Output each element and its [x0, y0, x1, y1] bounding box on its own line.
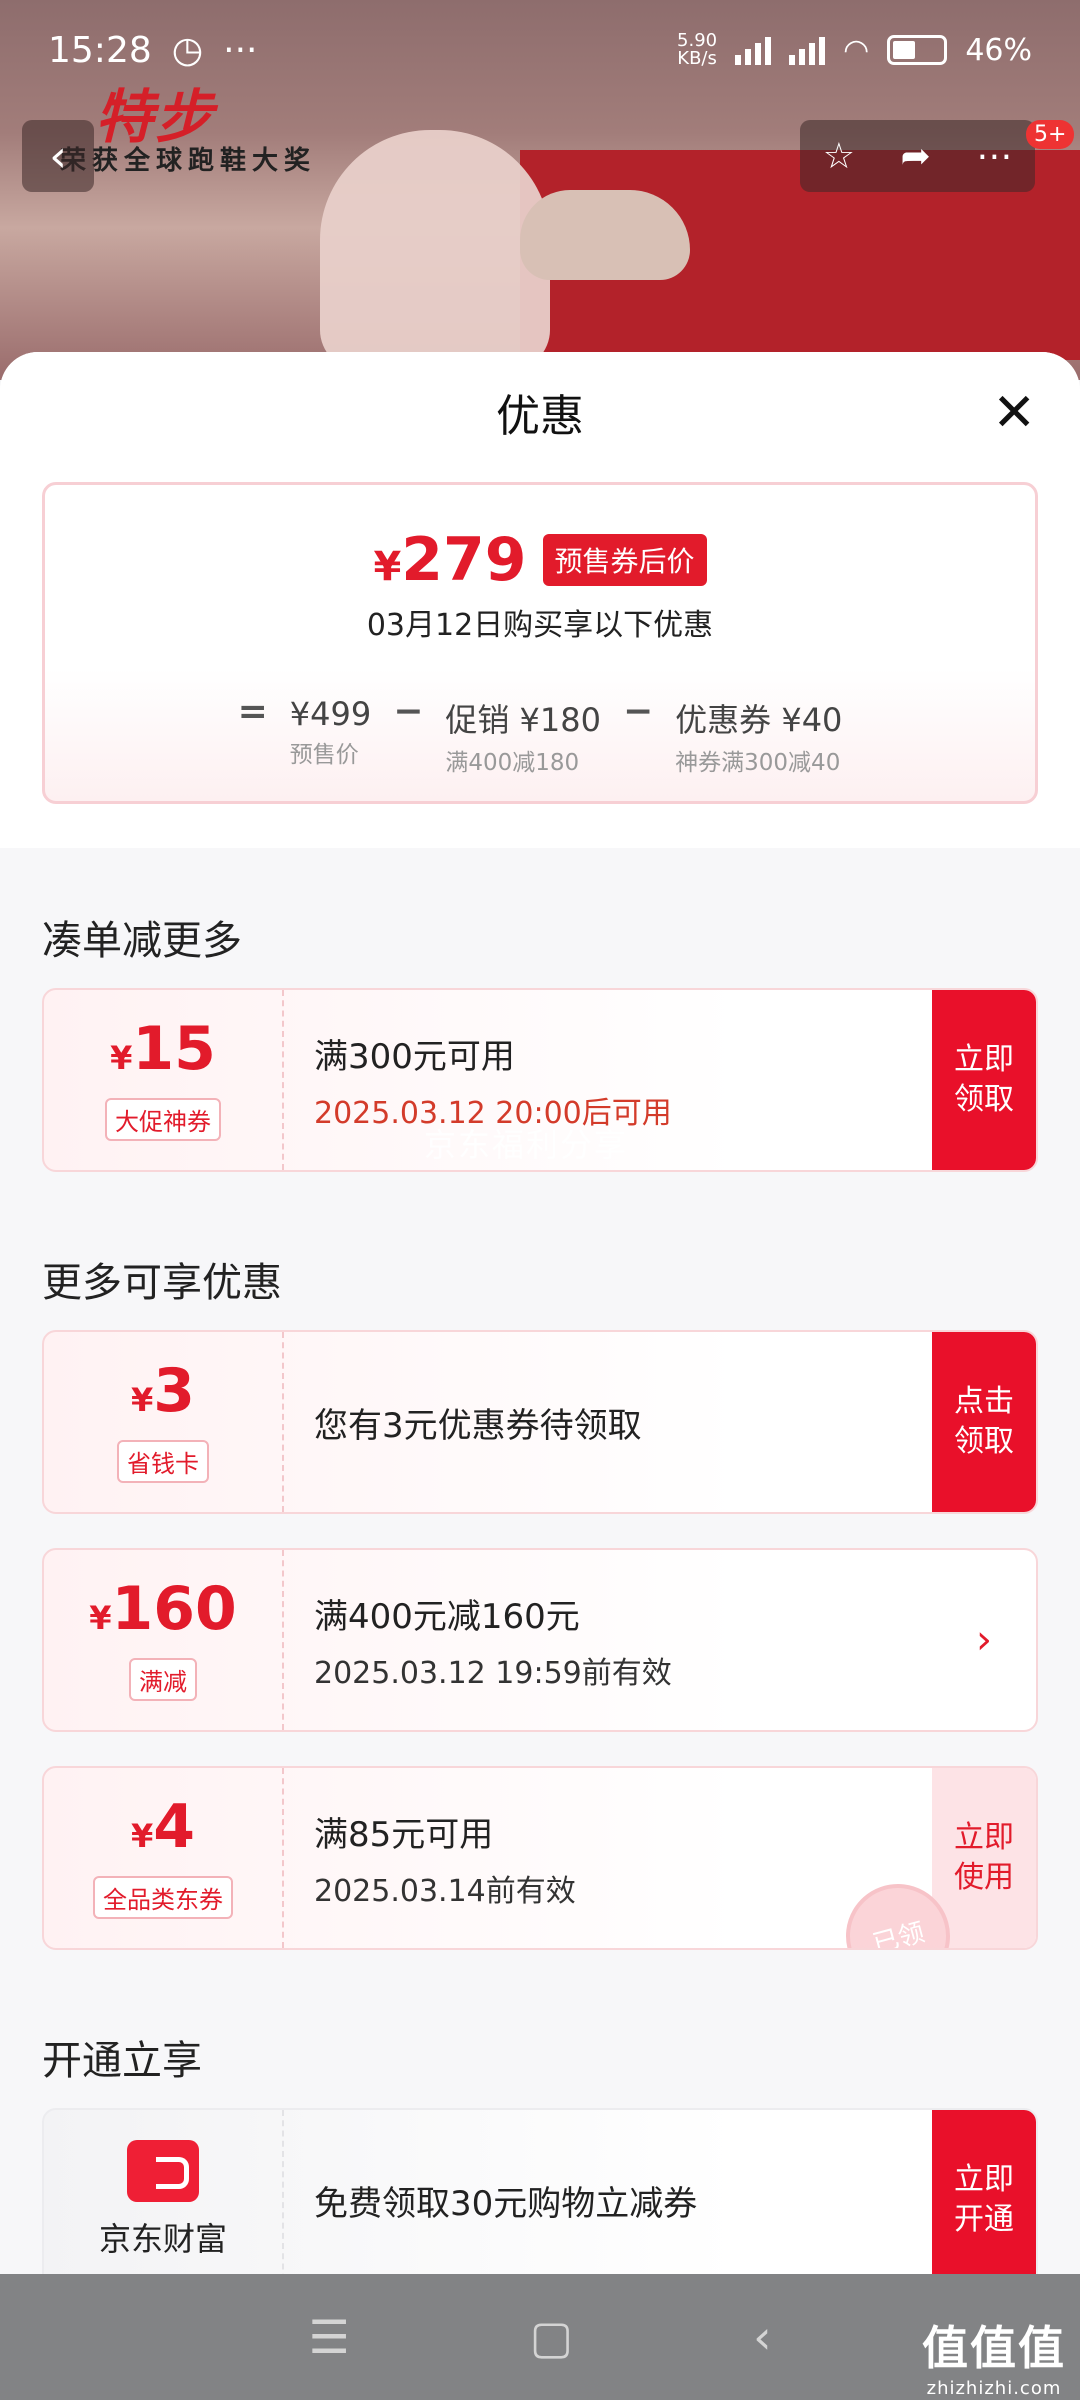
price-summary-area: ¥279 预售券后价 03月12日购买享以下优惠 = ¥499 预售价 − 促销… [0, 472, 1080, 848]
signal-icon-2 [789, 35, 826, 65]
site-watermark: 值值值 zhizhizhi.com [922, 2321, 1066, 2399]
formula-operator: = [237, 691, 268, 732]
network-rate: 5.90 KB/s [677, 30, 718, 69]
final-price-row: ¥279 预售券后价 [45, 525, 1035, 595]
signal-icon [735, 35, 772, 65]
formula-operator: − [622, 691, 654, 732]
battery-icon [887, 35, 948, 65]
status-time: 15:28 [48, 29, 152, 71]
status-bar: 15:28 ◷ ··· 5.90 KB/s ◠ 46% [0, 0, 1080, 100]
chevron-left-icon: ‹ [49, 130, 67, 182]
banner-slogan: 荣获全球跑鞋大奖 [60, 146, 317, 176]
coupon-amount: ¥15 大促神券 [44, 990, 284, 1170]
coupon-tag: 大促神券 [105, 1098, 221, 1141]
share-icon[interactable]: ➦ [901, 136, 931, 177]
coupon-card-160[interactable]: ¥160 满减 满400元减160元 2025.03.12 19:59前有效 › [42, 1548, 1038, 1732]
battery-level: 46% [965, 32, 1032, 68]
final-price: ¥279 [373, 525, 527, 595]
more-notifications-icon: ··· [223, 29, 258, 71]
claim-coupon-button[interactable]: 立即领取 [932, 990, 1036, 1170]
coupon-amount: ¥4 全品类东券 [44, 1768, 284, 1948]
close-icon[interactable]: ✕ [992, 387, 1036, 439]
system-nav-bar: ☰ ▢ ‹ [0, 2274, 1080, 2400]
message-badge: 5+ [1026, 120, 1075, 149]
final-price-tag: 预售券后价 [542, 534, 707, 586]
coupon-tag: 满减 [129, 1658, 197, 1701]
formula-term-presale: ¥499 预售价 [289, 695, 372, 768]
coupon-tag: 全品类东券 [93, 1876, 233, 1919]
coupon-card-3: ¥3 省钱卡 您有3元优惠券待领取 点击领取 [42, 1330, 1038, 1514]
coupon-card-4: ¥4 全品类东券 满85元可用 2025.03.14前有效 立即使用 已领 [42, 1766, 1038, 1950]
sheet-title: 优惠 [496, 391, 584, 442]
home-icon[interactable]: ▢ [530, 2310, 573, 2364]
menu-icon[interactable]: ☰ [308, 2310, 349, 2364]
price-card: ¥279 预售券后价 03月12日购买享以下优惠 = ¥499 预售价 − 促销… [42, 482, 1038, 804]
back-icon[interactable]: ‹ [753, 2310, 771, 2364]
app-indicator-icon: ◷ [171, 29, 204, 71]
coupon-tag: 省钱卡 [117, 1440, 209, 1483]
price-subtitle: 03月12日购买享以下优惠 [366, 608, 714, 643]
section-title-more-offers: 更多可享优惠 [42, 1260, 282, 1306]
coupon-info: 满85元可用 2025.03.14前有效 [314, 1814, 576, 1909]
formula-term-coupon: 优惠券 ¥40 神券满300减40 [675, 701, 843, 776]
sheet-header: 优惠 ✕ [0, 352, 1080, 472]
watermark-text: 京东福利分享 [424, 1126, 629, 1164]
top-action-group: ☆ ➦ ⋯ [800, 120, 1035, 192]
banner-model-leg [320, 130, 550, 370]
coupon-info: 满400元减160元 2025.03.12 19:59前有效 [314, 1596, 672, 1691]
price-formula: = ¥499 预售价 − 促销 ¥180 满400减180 − 优惠券 ¥40 … [45, 691, 1035, 777]
discount-sheet: 优惠 ✕ ¥279 预售券后价 03月12日购买享以下优惠 = ¥499 预售价… [0, 352, 1080, 2274]
wallet-offer-card: 京东财富 免费领取30元购物立减券 立即开通 [42, 2108, 1038, 2274]
banner-shoe [520, 190, 690, 280]
section-title-open: 开通立享 [42, 2038, 202, 2084]
star-icon[interactable]: ☆ [823, 136, 855, 177]
back-button[interactable]: ‹ [22, 120, 94, 192]
section-title-combine: 凑单减更多 [42, 918, 242, 964]
chevron-right-icon[interactable]: › [932, 1550, 1036, 1730]
coupon-info: 您有3元优惠券待领取 [314, 1405, 642, 1446]
click-claim-button[interactable]: 点击领取 [932, 1332, 1036, 1512]
wallet-brand: 京东财富 [44, 2110, 284, 2274]
wallet-info: 免费领取30元购物立减券 [314, 2183, 698, 2224]
coupon-amount: ¥3 省钱卡 [44, 1332, 284, 1512]
more-icon[interactable]: ⋯ [976, 136, 1012, 177]
formula-operator: − [393, 691, 424, 732]
wallet-icon [127, 2140, 199, 2202]
open-now-button[interactable]: 立即开通 [932, 2110, 1036, 2274]
coupon-amount: ¥160 满减 [44, 1550, 284, 1730]
formula-term-promotion: 促销 ¥180 满400减180 [445, 701, 601, 776]
wifi-icon: ◠ [843, 32, 870, 68]
coupon-card-15: ¥15 大促神券 满300元可用 2025.03.12 20:00后可用 立即领… [42, 988, 1038, 1172]
